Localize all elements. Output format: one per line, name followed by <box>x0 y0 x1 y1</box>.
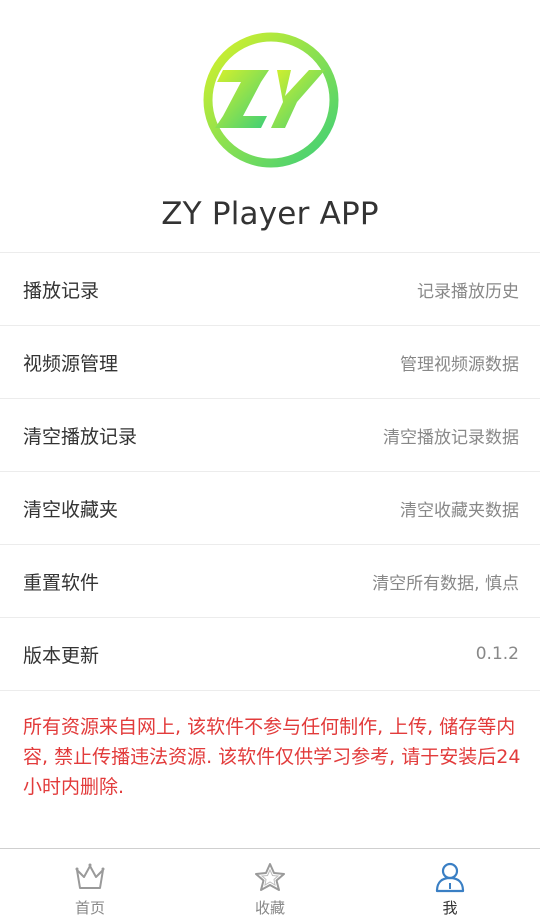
menu-item-title: 清空播放记录 <box>23 425 138 448</box>
app-logo <box>203 32 339 168</box>
crown-icon <box>75 863 105 889</box>
menu-item-description: 清空收藏夹数据 <box>400 500 519 521</box>
menu-item-video-source-management[interactable]: 视频源管理 管理视频源数据 <box>0 326 540 399</box>
menu-item-title: 版本更新 <box>23 644 100 667</box>
menu-item-description: 清空所有数据, 慎点 <box>372 573 519 594</box>
user-icon <box>435 862 465 893</box>
tab-label: 收藏 <box>254 899 285 917</box>
version-number: 0.1.2 <box>475 644 519 664</box>
menu-item-description: 记录播放历史 <box>417 281 519 302</box>
profile-header: ZY Player APP <box>0 0 540 253</box>
menu-item-description: 清空播放记录数据 <box>383 427 519 448</box>
menu-item-title: 重置软件 <box>23 571 100 594</box>
app-name: ZY Player APP <box>161 196 379 232</box>
disclaimer-notice: 所有资源来自网上, 该软件不参与任何制作, 上传, 储存等内容, 禁止传播违法资… <box>23 716 521 798</box>
menu-item-title: 播放记录 <box>23 279 100 302</box>
menu-item-version-update[interactable]: 版本更新 0.1.2 <box>0 618 540 691</box>
bottom-tab-bar: 首页 收藏 我 <box>0 848 540 924</box>
menu-item-description: 管理视频源数据 <box>400 354 519 375</box>
menu-item-reset-app[interactable]: 重置软件 清空所有数据, 慎点 <box>0 545 540 618</box>
menu-item-play-history[interactable]: 播放记录 记录播放历史 <box>0 253 540 326</box>
menu-item-title: 清空收藏夹 <box>23 498 119 521</box>
menu-item-clear-play-history[interactable]: 清空播放记录 清空播放记录数据 <box>0 399 540 472</box>
tab-home[interactable]: 首页 <box>0 849 180 924</box>
settings-menu: 播放记录 记录播放历史 视频源管理 管理视频源数据 清空播放记录 清空播放记录数… <box>0 253 540 691</box>
tab-label: 我 <box>442 899 458 917</box>
tab-label: 首页 <box>74 899 105 917</box>
star-icon <box>255 863 285 891</box>
menu-item-title: 视频源管理 <box>23 352 119 375</box>
tab-me[interactable]: 我 <box>360 849 540 924</box>
menu-item-clear-favorites[interactable]: 清空收藏夹 清空收藏夹数据 <box>0 472 540 545</box>
tab-favorites[interactable]: 收藏 <box>180 849 360 924</box>
